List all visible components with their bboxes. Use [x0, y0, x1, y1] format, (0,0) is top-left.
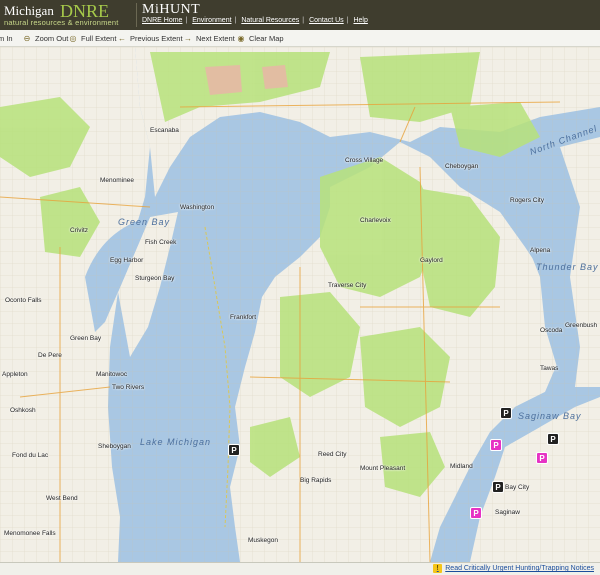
- place-fond-du-lac: Fond du Lac: [12, 452, 49, 459]
- zoom-out-label: Zoom Out: [35, 34, 69, 43]
- clear-map-button[interactable]: ◉ Clear Map: [236, 32, 284, 45]
- place-cheboygan: Cheboygan: [445, 163, 479, 170]
- hunting-marker[interactable]: P: [547, 433, 559, 445]
- urgent-notice-link[interactable]: ! Read Critically Urgent Hunting/Trappin…: [433, 564, 594, 573]
- top-nav: DNRE Home | Environment | Natural Resource…: [142, 17, 368, 24]
- place-west-bend: West Bend: [46, 495, 78, 502]
- place-muskegon: Muskegon: [248, 537, 278, 544]
- next-extent-label: Next Extent: [196, 34, 235, 43]
- urgent-notice-label: Read Critically Urgent Hunting/Trapping …: [445, 565, 594, 572]
- place-washington: Washington: [180, 204, 215, 211]
- place-green-bay: Green Bay: [70, 335, 102, 342]
- full-extent-label: Full Extent: [81, 34, 117, 43]
- place-escanaba: Escanaba: [150, 127, 179, 134]
- place-cross-village: Cross Village: [345, 157, 384, 164]
- place-tawas: Tawas: [540, 365, 559, 372]
- logo-name: Michigan: [4, 3, 54, 18]
- header-divider: [136, 3, 137, 27]
- map-canvas[interactable]: Lake Michigan Green Bay North Channel Th…: [0, 47, 600, 562]
- hunting-marker[interactable]: P: [492, 481, 504, 493]
- magnifier-minus-icon: ⊖: [23, 33, 31, 43]
- warning-icon: !: [433, 564, 443, 573]
- place-oshkosh: Oshkosh: [10, 407, 36, 414]
- green-bay-water-label: Green Bay: [118, 217, 171, 227]
- lake-michigan-label: Lake Michigan: [140, 437, 212, 447]
- hunting-marker-pink[interactable]: P: [536, 452, 548, 464]
- clear-map-label: Clear Map: [249, 34, 284, 43]
- place-appleton: Appleton: [2, 371, 28, 378]
- eraser-icon: ◉: [237, 33, 245, 43]
- globe-icon: ◎: [69, 33, 77, 43]
- place-saginaw: Saginaw: [495, 509, 520, 516]
- place-crivitz: Crivitz: [70, 227, 89, 234]
- zoom-in-button[interactable]: m In: [0, 32, 13, 45]
- place-charlevoix: Charlevoix: [360, 217, 391, 224]
- nav-environment[interactable]: Environment: [192, 17, 231, 24]
- place-greenbush: Greenbush: [565, 322, 598, 329]
- place-big-rapids: Big Rapids: [300, 477, 332, 484]
- place-sturgeon-bay: Sturgeon Bay: [135, 275, 175, 282]
- hunting-marker-pink[interactable]: P: [490, 439, 502, 451]
- previous-extent-button[interactable]: ← Previous Extent: [117, 32, 183, 45]
- place-midland: Midland: [450, 463, 473, 470]
- logo-subtitle: natural resources & environment: [4, 18, 119, 27]
- place-sheboygan: Sheboygan: [98, 443, 131, 450]
- hunting-marker-pink[interactable]: P: [470, 507, 482, 519]
- thunder-bay-label: Thunder Bay: [536, 262, 599, 272]
- zoom-out-button[interactable]: ⊖ Zoom Out: [22, 32, 69, 45]
- place-oscoda: Oscoda: [540, 327, 563, 334]
- place-menominee: Menominee: [100, 177, 134, 184]
- place-fish-creek: Fish Creek: [145, 239, 177, 246]
- place-gaylord: Gaylord: [420, 257, 443, 264]
- place-mount-pleasant: Mount Pleasant: [360, 465, 406, 472]
- nav-contact-us[interactable]: Contact Us: [309, 17, 344, 24]
- place-reed-city: Reed City: [318, 451, 347, 458]
- place-de-pere: De Pere: [38, 352, 62, 359]
- place-egg-harbor: Egg Harbor: [110, 257, 144, 264]
- nav-help[interactable]: Help: [353, 17, 367, 24]
- nav-natural-resources[interactable]: Natural Resources: [241, 17, 299, 24]
- place-bay-city: Bay City: [505, 484, 530, 491]
- place-two-rivers: Two Rivers: [112, 384, 145, 391]
- nav-dnre-home[interactable]: DNRE Home: [142, 17, 182, 24]
- map-toolbar: m In ⊖ Zoom Out ◎ Full Extent ← Previous…: [0, 30, 600, 47]
- place-rogers-city: Rogers City: [510, 197, 544, 204]
- app-header: Michigan DNRE natural resources & enviro…: [0, 0, 600, 30]
- previous-extent-label: Previous Extent: [130, 34, 183, 43]
- arrow-right-icon: →: [184, 33, 192, 43]
- hunting-marker[interactable]: P: [228, 444, 240, 456]
- zoom-in-label: m In: [0, 34, 13, 43]
- next-extent-button[interactable]: → Next Extent: [183, 32, 235, 45]
- dnre-logo[interactable]: Michigan DNRE natural resources & enviro…: [4, 1, 134, 27]
- place-manitowoc: Manitowoc: [96, 371, 128, 378]
- hunting-marker[interactable]: P: [500, 407, 512, 419]
- place-traverse-city: Traverse City: [328, 282, 367, 289]
- footer-bar: ! Read Critically Urgent Hunting/Trappin…: [0, 562, 600, 575]
- saginaw-bay-label: Saginaw Bay: [518, 411, 582, 421]
- place-menomonee-falls: Menomonee Falls: [4, 530, 56, 537]
- app-title: MiHUNT: [142, 2, 201, 17]
- place-frankfort: Frankfort: [230, 314, 257, 321]
- place-oconto-falls: Oconto Falls: [5, 297, 42, 304]
- arrow-left-icon: ←: [118, 33, 126, 43]
- place-alpena: Alpena: [530, 247, 551, 254]
- full-extent-button[interactable]: ◎ Full Extent: [68, 32, 117, 45]
